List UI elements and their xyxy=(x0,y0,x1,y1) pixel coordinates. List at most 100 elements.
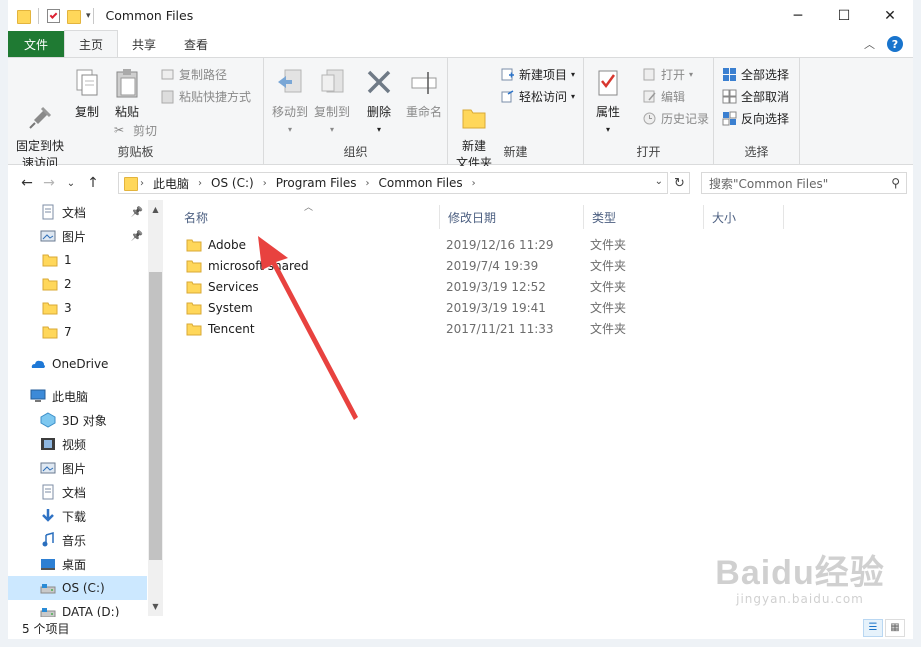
cut-button[interactable]: ✂ 剪切 xyxy=(114,120,157,140)
file-row[interactable]: System 2019/3/19 19:41 文件夹 xyxy=(164,297,913,318)
search-icon: ⚲ xyxy=(891,176,900,190)
paste-shortcut-button[interactable]: 粘贴快捷方式 xyxy=(160,86,251,106)
collapse-ribbon-icon[interactable]: ︿ xyxy=(864,36,875,52)
paste-icon xyxy=(113,66,141,100)
nav-item[interactable]: 3D 对象 xyxy=(8,408,147,432)
folder-icon xyxy=(186,281,202,293)
invert-selection-button[interactable]: 反向选择 xyxy=(722,108,789,128)
up-button[interactable]: ↑ xyxy=(82,175,104,191)
nav-item[interactable]: 7 xyxy=(8,320,147,344)
frame-bottom xyxy=(0,639,921,647)
properties-quick-icon[interactable] xyxy=(47,8,60,23)
file-name-cell: Adobe xyxy=(186,237,246,253)
copy-to-button[interactable]: 复制到 ▾ xyxy=(312,66,352,138)
column-header-type[interactable]: 类型 xyxy=(584,205,704,229)
select-all-button[interactable]: 全部选择 xyxy=(722,64,789,84)
nav-item-label: 下载 xyxy=(62,509,87,524)
tab-view[interactable]: 查看 xyxy=(170,31,222,57)
delete-button[interactable]: 删除 ▾ xyxy=(364,66,394,138)
group-new: 新建 文件夹 新建项目 ▾ 轻松访问 ▾ 新建 xyxy=(448,58,584,170)
maximize-button[interactable]: ☐ xyxy=(821,0,867,31)
copy-path-button[interactable]: 复制路径 xyxy=(160,64,227,84)
large-icons-view-icon[interactable]: ▦ xyxy=(885,619,905,637)
file-type: 文件夹 xyxy=(590,322,627,336)
open-button[interactable]: 打开 ▾ xyxy=(642,64,693,84)
column-header-date[interactable]: 修改日期 xyxy=(440,205,584,229)
view-toggle: ☰ ▦ xyxy=(863,619,905,637)
refresh-button[interactable]: ↻ xyxy=(670,172,690,194)
history-icon xyxy=(642,111,657,126)
edit-button[interactable]: 编辑 xyxy=(642,86,685,106)
customize-qa-dropdown-icon[interactable]: ▾ xyxy=(86,11,91,21)
nav-item[interactable]: 音乐 xyxy=(8,528,147,552)
details-view-icon[interactable]: ☰ xyxy=(863,619,883,637)
group-select: 全部选择 全部取消 反向选择 选择 xyxy=(714,58,800,164)
group-open: 属性 ▾ 打开 ▾ 编辑 历史记录 打开 xyxy=(584,58,714,164)
paste-button[interactable]: 粘贴 xyxy=(112,66,142,121)
group-clipboard: 固定到快 速访问 复制 粘贴 复制路径 粘贴快捷方式 ✂ 剪切 剪贴板 xyxy=(8,58,264,170)
tab-share[interactable]: 共享 xyxy=(118,31,170,57)
rename-button[interactable]: 重命名 xyxy=(404,66,444,121)
chevron-right-icon[interactable]: › xyxy=(362,178,372,189)
forward-button[interactable]: → xyxy=(38,175,60,191)
easy-access-label: 轻松访问 xyxy=(519,89,568,104)
recent-locations-button[interactable]: ⌄ xyxy=(60,178,82,189)
move-to-button[interactable]: 移动到 ▾ xyxy=(270,66,310,138)
address-bar[interactable]: › 此电脑 › OS (C:) › Program Files › Common… xyxy=(118,172,668,194)
file-row[interactable]: microsoft shared 2019/7/4 19:39 文件夹 xyxy=(164,255,913,276)
column-header-size[interactable]: 大小 xyxy=(704,205,784,229)
tab-file[interactable]: 文件 xyxy=(8,31,64,57)
address-dropdown-icon[interactable]: ⌄ xyxy=(655,176,663,187)
copy-button[interactable]: 复制 xyxy=(72,66,102,121)
file-type: 文件夹 xyxy=(590,238,627,252)
select-none-button[interactable]: 全部取消 xyxy=(722,86,789,106)
search-input[interactable]: 搜索"Common Files" ⚲ xyxy=(701,172,907,194)
chevron-right-icon[interactable]: › xyxy=(469,178,479,189)
properties-button[interactable]: 属性 ▾ xyxy=(590,66,626,138)
onedrive-icon xyxy=(30,356,46,372)
scroll-up-icon[interactable]: ▲ xyxy=(148,202,163,217)
new-item-button[interactable]: 新建项目 ▾ xyxy=(500,64,575,84)
copy-to-label: 复制到 xyxy=(313,105,350,119)
chevron-right-icon[interactable]: › xyxy=(137,178,147,189)
new-folder-quick-icon[interactable] xyxy=(66,9,81,24)
file-name: System xyxy=(208,300,253,315)
help-icon[interactable]: ? xyxy=(887,36,903,52)
nav-item[interactable]: OS (C:) xyxy=(8,576,147,600)
scroll-thumb[interactable] xyxy=(149,272,162,560)
minimize-button[interactable]: ─ xyxy=(775,0,821,31)
nav-item[interactable]: 图片 📌 xyxy=(8,224,147,248)
nav-item[interactable]: 文档 📌 xyxy=(8,200,147,224)
back-button[interactable]: ← xyxy=(16,175,38,191)
nav-item[interactable]: 下载 xyxy=(8,504,147,528)
tab-home[interactable]: 主页 xyxy=(64,30,119,57)
easy-access-button[interactable]: 轻松访问 ▾ xyxy=(500,86,575,106)
nav-scrollbar[interactable]: ▲ ▼ xyxy=(148,200,163,616)
file-row[interactable]: Adobe 2019/12/16 11:29 文件夹 xyxy=(164,234,913,255)
nav-item[interactable]: 图片 xyxy=(8,456,147,480)
nav-item[interactable]: 3 xyxy=(8,296,147,320)
chevron-right-icon[interactable]: › xyxy=(195,178,205,189)
nav-item[interactable]: 视频 xyxy=(8,432,147,456)
file-row[interactable]: Services 2019/3/19 12:52 文件夹 xyxy=(164,276,913,297)
file-row[interactable]: Tencent 2017/11/21 11:33 文件夹 xyxy=(164,318,913,339)
new-folder-icon xyxy=(460,83,488,129)
breadcrumb-program-files[interactable]: Program Files xyxy=(270,176,363,190)
scroll-down-icon[interactable]: ▼ xyxy=(148,599,163,614)
breadcrumb-this-pc[interactable]: 此电脑 xyxy=(147,175,195,192)
column-header-name[interactable]: 名称 xyxy=(176,205,440,229)
file-name: Adobe xyxy=(208,237,246,252)
separator xyxy=(38,7,39,24)
breadcrumb-common-files[interactable]: Common Files xyxy=(372,176,468,190)
nav-item[interactable]: 此电脑 xyxy=(8,384,147,408)
nav-item[interactable]: 文档 xyxy=(8,480,147,504)
nav-item[interactable]: 2 xyxy=(8,272,147,296)
close-button[interactable]: ✕ xyxy=(867,0,913,31)
nav-item[interactable]: OneDrive xyxy=(8,352,147,376)
nav-item[interactable]: 1 xyxy=(8,248,147,272)
nav-item[interactable]: 桌面 xyxy=(8,552,147,576)
chevron-right-icon[interactable]: › xyxy=(260,178,270,189)
history-button[interactable]: 历史记录 xyxy=(642,108,709,128)
breadcrumb-os-c[interactable]: OS (C:) xyxy=(205,176,260,190)
history-label: 历史记录 xyxy=(661,111,710,126)
